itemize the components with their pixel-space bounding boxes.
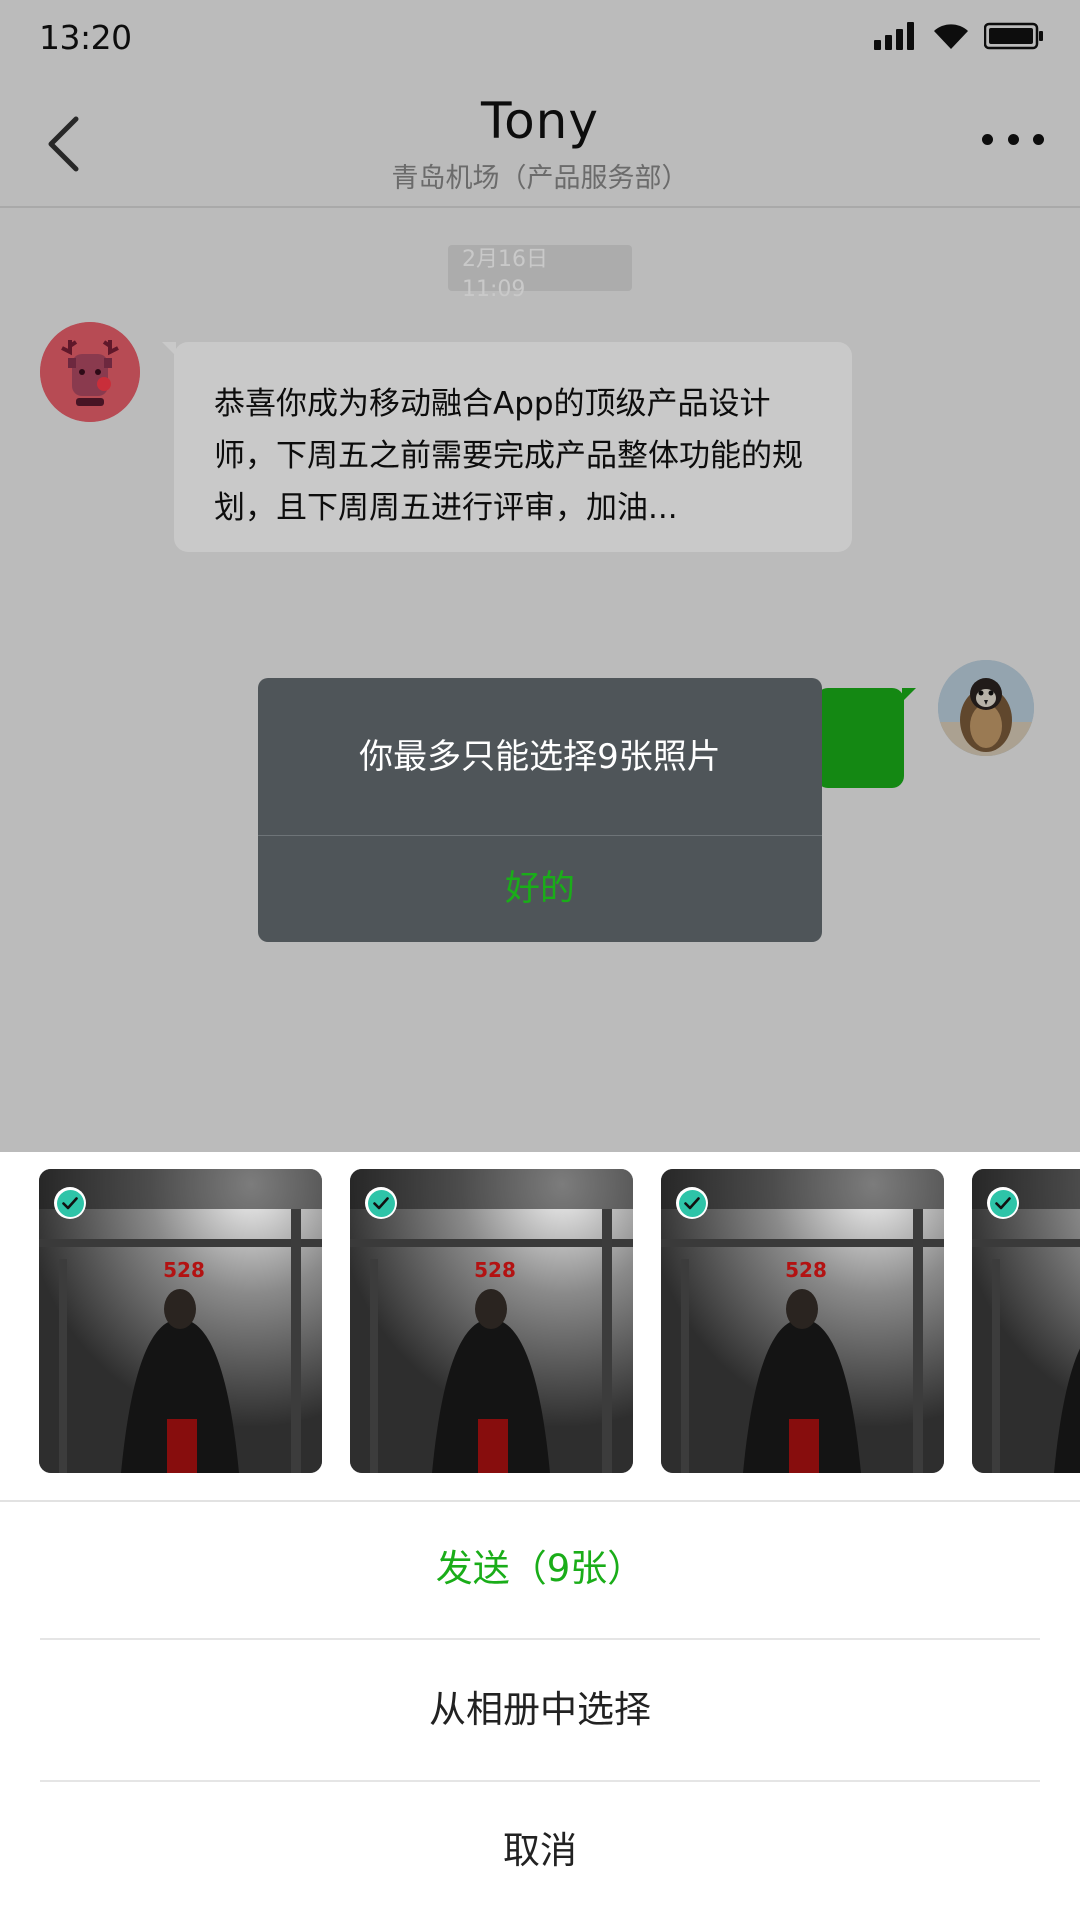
photo-caption: 528 (785, 1258, 827, 1282)
selected-check-icon[interactable] (676, 1187, 708, 1219)
check-circle (56, 1189, 84, 1217)
alert-message: 你最多只能选择9张照片 (359, 737, 721, 777)
action-sheet: 528 528 528 528 发送（9张） 从相册中选择 取消 (0, 1152, 1080, 1920)
photo-thumbnail[interactable]: 528 (39, 1169, 322, 1473)
album-cover-image: 528 (39, 1169, 322, 1473)
check-circle (367, 1189, 395, 1217)
alert-dialog: 你最多只能选择9张照片 好的 (258, 678, 822, 942)
photo-caption: 528 (163, 1258, 205, 1282)
send-button[interactable]: 发送（9张） (0, 1500, 1080, 1638)
album-cover-image: 528 (350, 1169, 633, 1473)
photo-thumbnail[interactable]: 528 (350, 1169, 633, 1473)
selected-check-icon[interactable] (365, 1187, 397, 1219)
photo-thumbnail[interactable]: 528 (972, 1169, 1080, 1473)
choose-from-album-button[interactable]: 从相册中选择 (0, 1640, 1080, 1780)
photo-thumbnail[interactable]: 528 (661, 1169, 944, 1473)
photo-caption: 528 (474, 1258, 516, 1282)
album-cover-image: 528 (661, 1169, 944, 1473)
selected-check-icon[interactable] (987, 1187, 1019, 1219)
chat-screen: 13:20 Tony 青岛机场（产品服务部） 2月16日 11:09 恭喜你成为… (0, 0, 1080, 1920)
album-cover-image: 528 (972, 1169, 1080, 1473)
cancel-button[interactable]: 取消 (0, 1782, 1080, 1920)
alert-ok-button[interactable]: 好的 (258, 836, 822, 942)
selected-check-icon[interactable] (54, 1187, 86, 1219)
check-circle (678, 1189, 706, 1217)
check-circle (989, 1189, 1017, 1217)
dim-overlay (0, 0, 1080, 1152)
photo-strip[interactable]: 528 528 528 528 (0, 1152, 1080, 1502)
